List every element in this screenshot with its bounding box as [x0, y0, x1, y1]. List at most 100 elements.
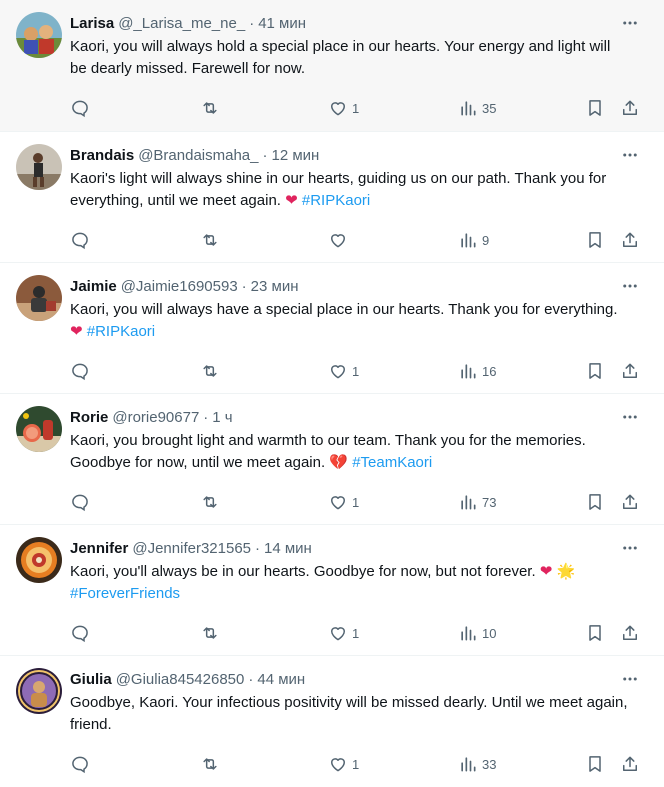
bookmark-button[interactable]	[585, 228, 605, 252]
avatar[interactable]	[16, 668, 62, 714]
avatar[interactable]	[16, 406, 62, 452]
tweet[interactable]: Rorie @rorie90677 · 1 ч Kaori, you broug…	[0, 394, 664, 525]
more-options-button[interactable]	[616, 668, 644, 690]
timestamp[interactable]: 23 мин	[251, 278, 299, 295]
share-icon	[623, 100, 637, 115]
retweet-button[interactable]	[200, 490, 220, 514]
user-handle[interactable]: @_Larisa_me_ne_	[118, 15, 245, 32]
tweet-text: Kaori, you will always have a special pl…	[70, 299, 630, 343]
like-count: 1	[352, 100, 360, 116]
avatar-image	[16, 668, 62, 714]
display-name[interactable]: Larisa	[70, 15, 114, 32]
user-handle[interactable]: @Jennifer321565	[132, 540, 251, 557]
action-bar: 1 35	[70, 96, 648, 120]
share-icon	[623, 756, 637, 771]
views-button[interactable]: 10	[458, 621, 496, 645]
share-button[interactable]	[620, 228, 640, 252]
reply-button[interactable]	[70, 490, 90, 514]
more-options-button[interactable]	[616, 12, 644, 34]
timestamp[interactable]: 41 мин	[258, 15, 306, 32]
display-name[interactable]: Jaimie	[70, 278, 117, 295]
bookmark-button[interactable]	[585, 359, 605, 383]
reply-button[interactable]	[70, 359, 90, 383]
display-name[interactable]: Giulia	[70, 671, 112, 688]
display-name[interactable]: Jennifer	[70, 540, 128, 557]
more-options-button[interactable]	[616, 406, 644, 428]
bookmark-button[interactable]	[585, 96, 605, 120]
bookmark-button[interactable]	[585, 490, 605, 514]
hashtag-link[interactable]: #RIPKaori	[302, 192, 370, 209]
hashtag-link[interactable]: #TeamKaori	[352, 454, 432, 471]
tweet-text: Kaori, you'll always be in our hearts. G…	[70, 561, 630, 605]
views-button[interactable]: 35	[458, 96, 496, 120]
user-handle[interactable]: @Jaimie1690593	[121, 278, 238, 295]
retweet-button[interactable]	[200, 228, 220, 252]
retweet-icon	[203, 496, 217, 508]
tweet-body: Kaori, you brought light and warmth to o…	[70, 432, 586, 471]
user-handle[interactable]: @rorie90677	[112, 409, 199, 426]
reply-button[interactable]	[70, 228, 90, 252]
tweet-header: Jennifer @Jennifer321565 · 14 мин	[70, 537, 648, 559]
more-options-button[interactable]	[616, 275, 644, 297]
view-count: 35	[482, 100, 497, 116]
like-button[interactable]: 1	[328, 490, 359, 514]
timestamp[interactable]: 12 мин	[272, 147, 320, 164]
share-button[interactable]	[620, 96, 640, 120]
timestamp[interactable]: 1 ч	[212, 409, 232, 426]
share-button[interactable]	[620, 490, 640, 514]
user-handle[interactable]: @Brandaismaha_	[138, 147, 258, 164]
like-button[interactable]: 1	[328, 752, 359, 776]
retweet-button[interactable]	[200, 96, 220, 120]
avatar-image	[16, 144, 62, 190]
heart-icon	[331, 365, 345, 379]
display-name[interactable]: Rorie	[70, 409, 108, 426]
retweet-button[interactable]	[200, 752, 220, 776]
avatar[interactable]	[16, 12, 62, 58]
reply-button[interactable]	[70, 752, 90, 776]
retweet-button[interactable]	[200, 359, 220, 383]
views-button[interactable]: 33	[458, 752, 496, 776]
share-button[interactable]	[620, 359, 640, 383]
views-button[interactable]: 73	[458, 490, 496, 514]
share-button[interactable]	[620, 621, 640, 645]
like-button[interactable]	[328, 228, 352, 252]
retweet-button[interactable]	[200, 621, 220, 645]
more-options-button[interactable]	[616, 144, 644, 166]
views-button[interactable]: 16	[458, 359, 496, 383]
reply-button[interactable]	[70, 621, 90, 645]
share-icon	[623, 363, 637, 378]
bookmark-icon	[589, 232, 601, 248]
bookmark-button[interactable]	[585, 621, 605, 645]
tweet[interactable]: Jaimie @Jaimie1690593 · 23 мин Kaori, yo…	[0, 263, 664, 394]
user-handle[interactable]: @Giulia845426850	[116, 671, 245, 688]
display-name[interactable]: Brandais	[70, 147, 134, 164]
tweet[interactable]: Larisa @_Larisa_me_ne_ · 41 мин Kaori, y…	[0, 0, 664, 132]
bookmark-button[interactable]	[585, 752, 605, 776]
view-count: 9	[482, 232, 490, 248]
timestamp[interactable]: 14 мин	[264, 540, 312, 557]
tweet[interactable]: Giulia @Giulia845426850 · 44 мин Goodbye…	[0, 656, 664, 787]
tweet-header: Larisa @_Larisa_me_ne_ · 41 мин	[70, 12, 648, 34]
tweet[interactable]: Jennifer @Jennifer321565 · 14 мин Kaori,…	[0, 525, 664, 656]
avatar[interactable]	[16, 537, 62, 583]
like-button[interactable]: 1	[328, 621, 359, 645]
like-button[interactable]: 1	[328, 359, 359, 383]
avatar[interactable]	[16, 144, 62, 190]
tweet-text: Kaori, you brought light and warmth to o…	[70, 430, 630, 474]
hashtag-link[interactable]: #ForeverFriends	[70, 585, 180, 602]
like-count: 1	[352, 363, 360, 379]
timestamp[interactable]: 44 мин	[257, 671, 305, 688]
avatar[interactable]	[16, 275, 62, 321]
views-icon	[461, 626, 476, 641]
reply-button[interactable]	[70, 96, 90, 120]
action-bar: 1 10	[70, 621, 648, 645]
retweet-icon	[203, 102, 217, 114]
tweet[interactable]: Brandais @Brandaismaha_ · 12 мин Kaori's…	[0, 132, 664, 263]
hashtag-link[interactable]: #RIPKaori	[87, 323, 155, 340]
heart-star-emoji: ❤ 🌟	[539, 563, 576, 580]
more-options-button[interactable]	[616, 537, 644, 559]
views-button[interactable]: 9	[458, 228, 489, 252]
share-button[interactable]	[620, 752, 640, 776]
like-button[interactable]: 1	[328, 96, 359, 120]
tweet-text: Kaori, you will always hold a special pl…	[70, 36, 630, 80]
